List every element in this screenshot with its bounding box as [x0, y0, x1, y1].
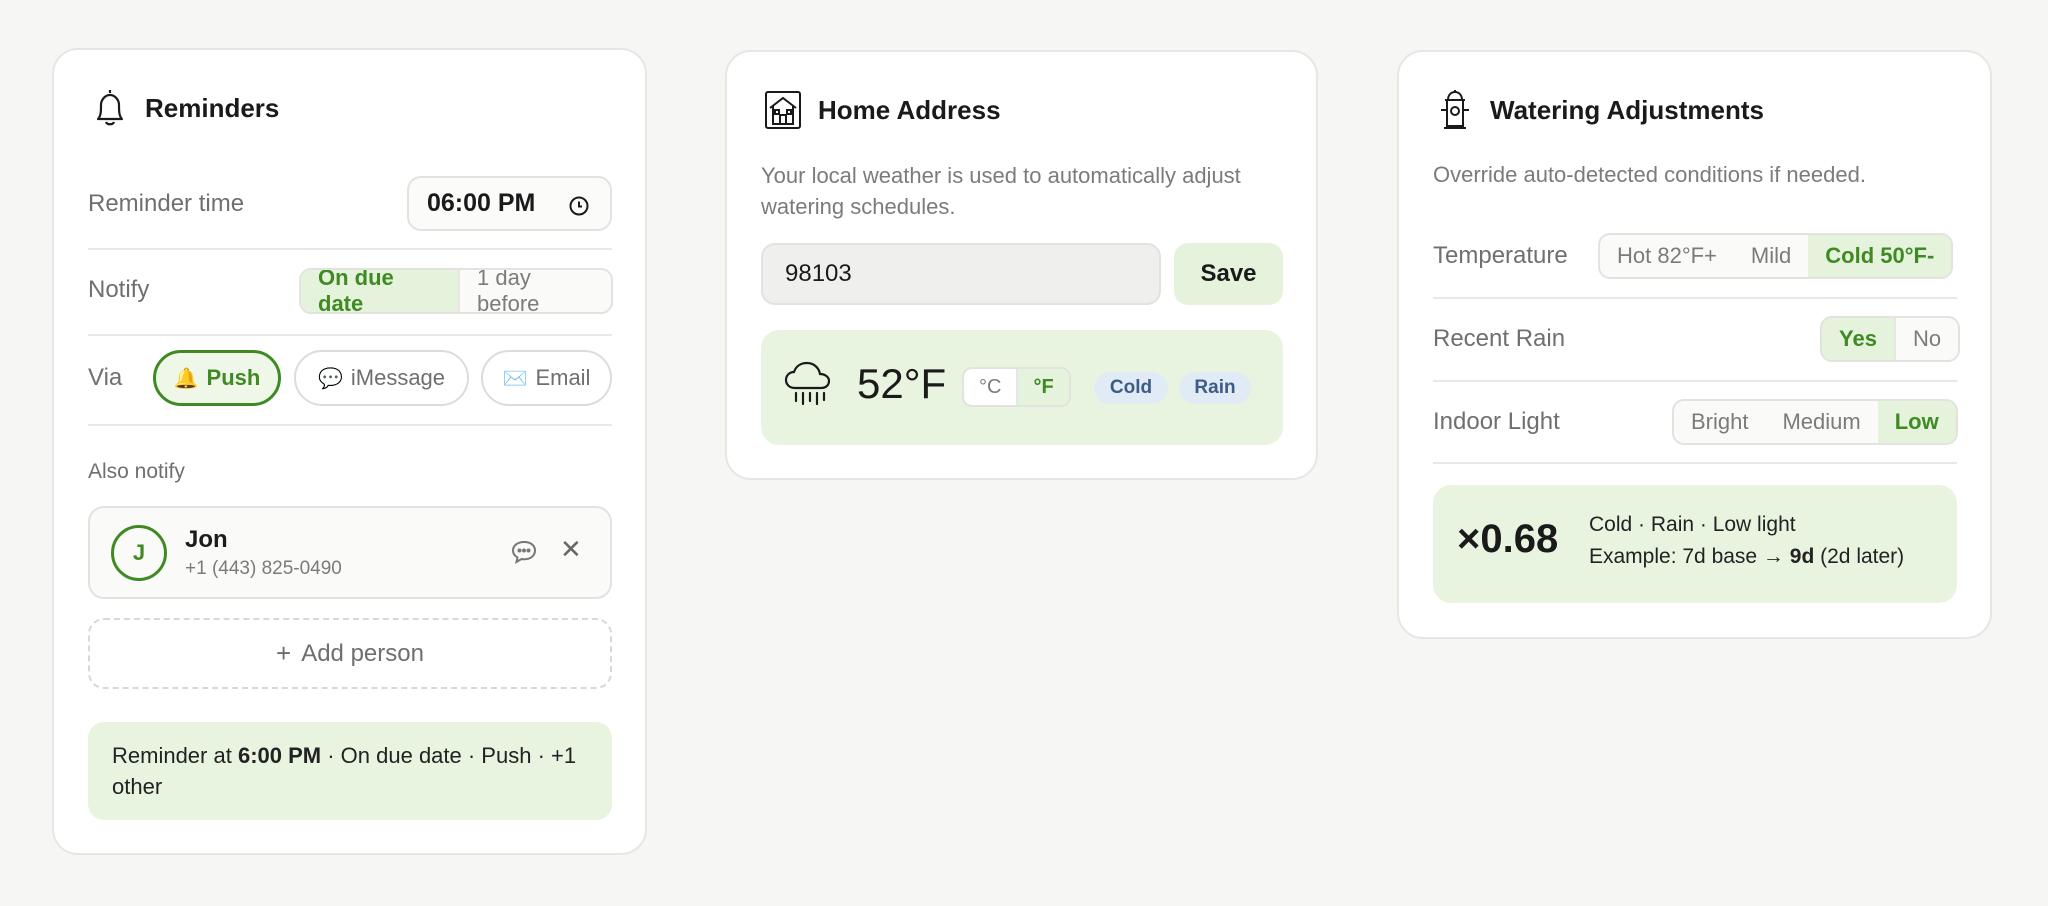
example-line: Example: 7d base → 9d (2d later) [1589, 545, 1904, 569]
divider [88, 334, 612, 336]
temperature-segmented-control: Hot 82°F+ Mild Cold 50°F- [1598, 233, 1954, 279]
reminders-card: Reminders Reminder time 06:00 PM Notify … [52, 48, 647, 855]
reminder-summary: Reminder at 6:00 PM · On due date · Push… [88, 722, 612, 820]
home-description: Your local weather is used to automatica… [761, 160, 1241, 222]
home-header: Home Address [761, 88, 1001, 132]
rain-option-yes[interactable]: Yes [1822, 318, 1894, 360]
via-imessage-button[interactable]: 💬 iMessage [294, 350, 469, 406]
person-card: J Jon +1 (443) 825-0490 ✕ [88, 506, 612, 599]
reminder-time-label: Reminder time [88, 190, 245, 217]
notify-label: Notify [88, 276, 150, 303]
rain-option-no[interactable]: No [1893, 318, 1958, 360]
add-person-button[interactable]: + Add person [88, 618, 612, 689]
hydrant-icon [1433, 88, 1477, 132]
add-person-label: Add person [301, 639, 424, 667]
home-description-line1: Your local weather is used to automatica… [761, 163, 1241, 188]
person-name: Jon [185, 526, 228, 553]
divider [88, 424, 612, 426]
cold-tag: Cold [1094, 372, 1168, 404]
notify-option-on-due-date[interactable]: On due date [301, 270, 458, 312]
unit-option-celsius[interactable]: °C [964, 369, 1016, 405]
temperature-label: Temperature [1433, 242, 1568, 269]
indoor-light-label: Indoor Light [1433, 408, 1560, 435]
temperature-option-hot[interactable]: Hot 82°F+ [1600, 235, 1734, 277]
recent-rain-segmented-control: Yes No [1820, 316, 1961, 362]
watering-header: Watering Adjustments [1433, 88, 1764, 132]
recent-rain-label: Recent Rain [1433, 325, 1566, 352]
via-imessage-label: iMessage [350, 365, 446, 390]
via-email-label: Email [535, 365, 591, 390]
plus-icon: + [276, 638, 292, 668]
divider [1433, 380, 1957, 382]
reminder-time-value: 06:00 PM [427, 189, 536, 217]
home-address-card: Home Address Your local weather is used … [725, 50, 1318, 480]
zip-code-input[interactable]: 98103 [761, 243, 1161, 305]
envelope-icon: ✉️ [502, 367, 528, 390]
summary-line2: other [112, 774, 163, 799]
reminders-title: Reminders [145, 92, 280, 123]
home-description-line2: watering schedules. [761, 194, 956, 219]
also-notify-label: Also notify [88, 460, 185, 483]
watering-adjustments-card: Watering Adjustments Override auto-detec… [1397, 50, 1992, 639]
via-push-label: Push [206, 365, 261, 390]
summary-prefix: Reminder at [112, 743, 238, 768]
light-option-low[interactable]: Low [1877, 401, 1956, 443]
watering-description: Override auto-detected conditions if nee… [1433, 162, 1866, 187]
temperature-option-mild[interactable]: Mild [1734, 235, 1808, 277]
speech-bubble-icon[interactable] [510, 539, 538, 570]
speech-bubble-icon: 💬 [317, 367, 343, 390]
bell-icon [88, 86, 132, 130]
rain-tag: Rain [1179, 372, 1251, 404]
light-option-medium[interactable]: Medium [1765, 401, 1877, 443]
divider [1433, 462, 1957, 464]
conditions-line: Cold · Rain · Low light [1589, 513, 1796, 536]
reminders-header: Reminders [88, 86, 279, 130]
via-push-button[interactable]: 🔔 Push [153, 350, 281, 406]
via-email-button[interactable]: ✉️ Email [481, 350, 612, 406]
light-option-bright[interactable]: Bright [1674, 401, 1765, 443]
summary-rest: · On due date · Push · +1 [321, 743, 577, 768]
multiplier-summary: ×0.68 Cold · Rain · Low light Example: 7… [1433, 485, 1957, 603]
temperature-value: 52°F [857, 360, 947, 407]
notify-segmented-control: On due date 1 day before [299, 268, 613, 314]
save-button[interactable]: Save [1174, 243, 1283, 305]
example-result: 9d [1789, 545, 1815, 568]
person-phone: +1 (443) 825-0490 [185, 558, 342, 579]
weather-panel: 52°F °C °F Cold Rain [761, 330, 1283, 445]
summary-time: 6:00 PM [237, 743, 322, 768]
multiplier-value: ×0.68 [1457, 517, 1559, 561]
house-icon [761, 88, 805, 132]
clock-icon [568, 195, 590, 224]
avatar: J [111, 525, 167, 581]
via-label: Via [88, 364, 123, 391]
close-icon[interactable]: ✕ [560, 534, 582, 565]
unit-option-fahrenheit[interactable]: °F [1016, 369, 1069, 405]
unit-toggle: °C °F [962, 367, 1071, 407]
divider [88, 248, 612, 250]
divider [1433, 297, 1957, 299]
rain-cloud-icon [783, 358, 833, 413]
reminder-time-input[interactable]: 06:00 PM [407, 176, 612, 231]
example-suffix: (2d later) [1814, 545, 1905, 568]
home-title: Home Address [818, 94, 1001, 125]
temperature-option-cold[interactable]: Cold 50°F- [1808, 235, 1952, 277]
notify-option-1-day-before[interactable]: 1 day before [458, 270, 611, 312]
bell-icon: 🔔 [173, 367, 199, 390]
indoor-light-segmented-control: Bright Medium Low [1672, 399, 1958, 445]
example-prefix: Example: 7d base → [1589, 545, 1790, 568]
watering-title: Watering Adjustments [1490, 94, 1764, 125]
